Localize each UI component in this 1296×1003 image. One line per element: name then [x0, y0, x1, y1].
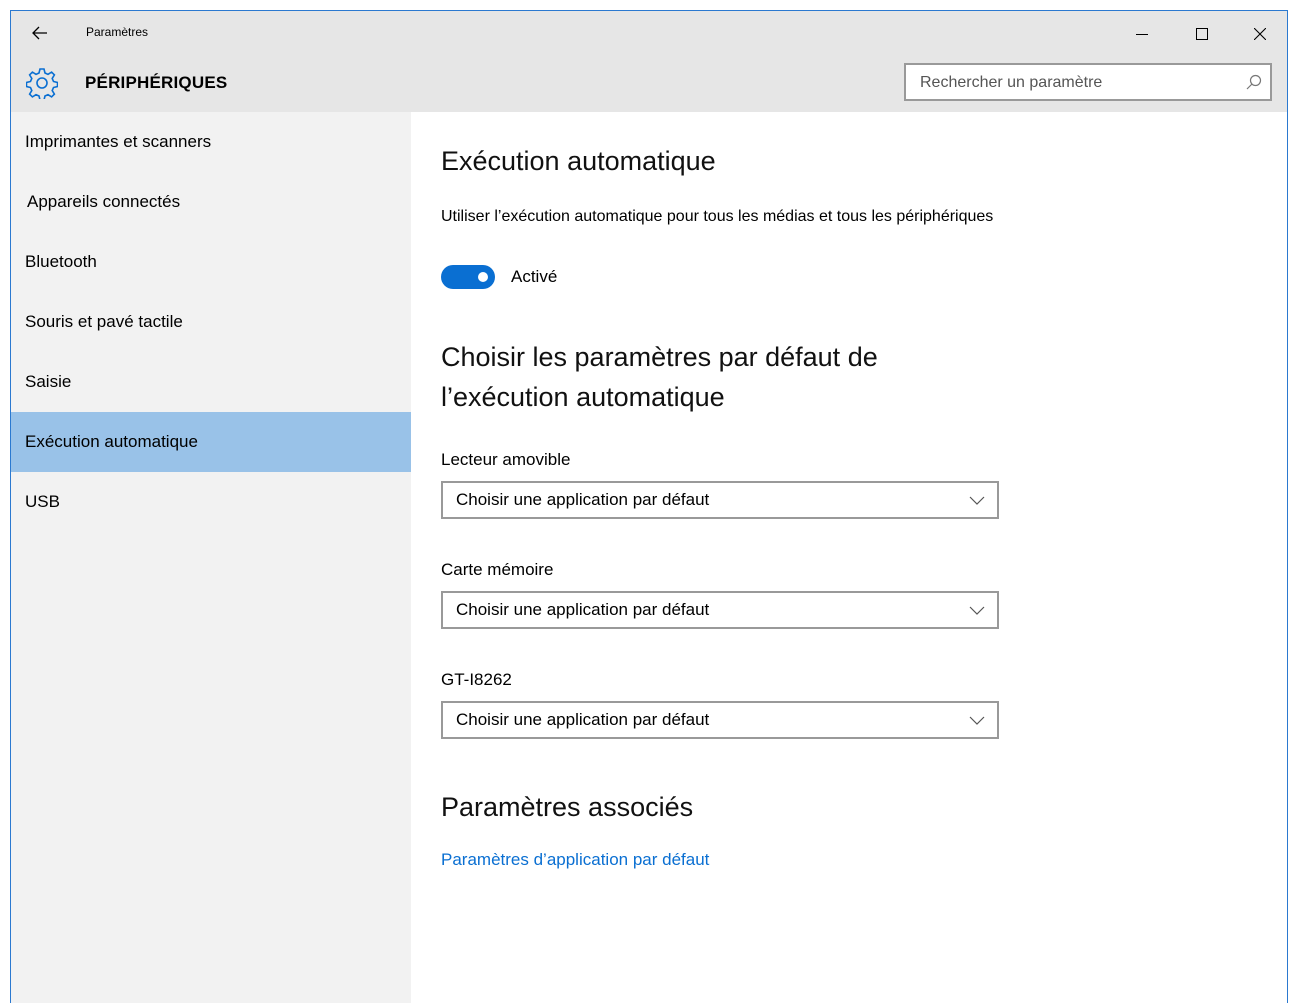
close-button[interactable] [1237, 19, 1283, 49]
sidebar-item-label: USB [25, 492, 60, 511]
sidebar-item-label: Saisie [25, 372, 72, 391]
sidebar-item-label: Souris et pavé tactile [25, 312, 183, 331]
autoplay-description: Utiliser l’exécution automatique pour to… [441, 208, 994, 225]
gear-icon [26, 68, 58, 99]
device-gt-i8262-label: GT-I8262 [441, 670, 512, 689]
sidebar-item-bluetooth[interactable]: Bluetooth [11, 232, 411, 292]
minimize-icon [1136, 34, 1148, 35]
dropdown-value: Choisir une application par défaut [456, 490, 710, 509]
sidebar-item-mouse-touchpad[interactable]: Souris et pavé tactile [11, 292, 411, 352]
dropdown-value: Choisir une application par défaut [456, 710, 710, 729]
search-icon[interactable] [1246, 74, 1262, 90]
toggle-state-label: Activé [511, 267, 558, 286]
search-input[interactable] [918, 65, 1232, 101]
sidebar-item-label: Exécution automatique [25, 432, 198, 451]
sidebar-item-label: Appareils connectés [27, 192, 181, 211]
sidebar-item-label: Bluetooth [25, 252, 97, 271]
search-box[interactable] [904, 63, 1272, 101]
section-title-defaults-line2: l’exécution automatique [441, 382, 725, 412]
back-arrow-icon [32, 26, 47, 40]
sidebar-item-typing[interactable]: Saisie [11, 352, 411, 412]
sidebar-item-connected-devices[interactable]: Appareils connectés [11, 172, 411, 232]
sidebar-item-printers[interactable]: Imprimantes et scanners [11, 112, 411, 172]
minimize-button[interactable] [1119, 19, 1165, 49]
section-title-autoplay: Exécution automatique [441, 146, 716, 176]
chevron-down-icon [969, 606, 985, 615]
window-title: Paramètres [86, 25, 149, 39]
sidebar: Imprimantes et scanners Appareils connec… [11, 112, 411, 1003]
close-icon [1254, 28, 1266, 40]
section-title-related: Paramètres associés [441, 792, 694, 822]
memory-card-label: Carte mémoire [441, 560, 554, 579]
toggle-knob [478, 272, 488, 282]
dropdown-value: Choisir une application par défaut [456, 600, 710, 619]
default-app-settings-link[interactable]: Paramètres d’application par défaut [441, 850, 709, 870]
sidebar-item-label: Imprimantes et scanners [25, 132, 212, 151]
page-title: PÉRIPHÉRIQUES [85, 73, 228, 92]
maximize-icon [1196, 28, 1208, 40]
back-button[interactable] [25, 21, 55, 45]
settings-window: Paramètres PÉRIPHÉRIQUES Rechercher un p… [10, 10, 1288, 1003]
chevron-down-icon [969, 496, 985, 505]
sidebar-item-usb[interactable]: USB [11, 472, 411, 532]
title-bar: Paramètres PÉRIPHÉRIQUES [11, 11, 1287, 112]
device-gt-i8262-dropdown[interactable]: Choisir une application par défaut [441, 701, 999, 739]
chevron-down-icon [969, 716, 985, 725]
removable-drive-dropdown[interactable]: Choisir une application par défaut [441, 481, 999, 519]
removable-drive-label: Lecteur amovible [441, 450, 571, 469]
memory-card-dropdown[interactable]: Choisir une application par défaut [441, 591, 999, 629]
autoplay-toggle[interactable] [441, 265, 495, 289]
sidebar-item-autoplay[interactable]: Exécution automatique [11, 412, 411, 472]
section-title-defaults-line1: Choisir les paramètres par défaut de [441, 342, 878, 372]
maximize-button[interactable] [1179, 19, 1225, 49]
